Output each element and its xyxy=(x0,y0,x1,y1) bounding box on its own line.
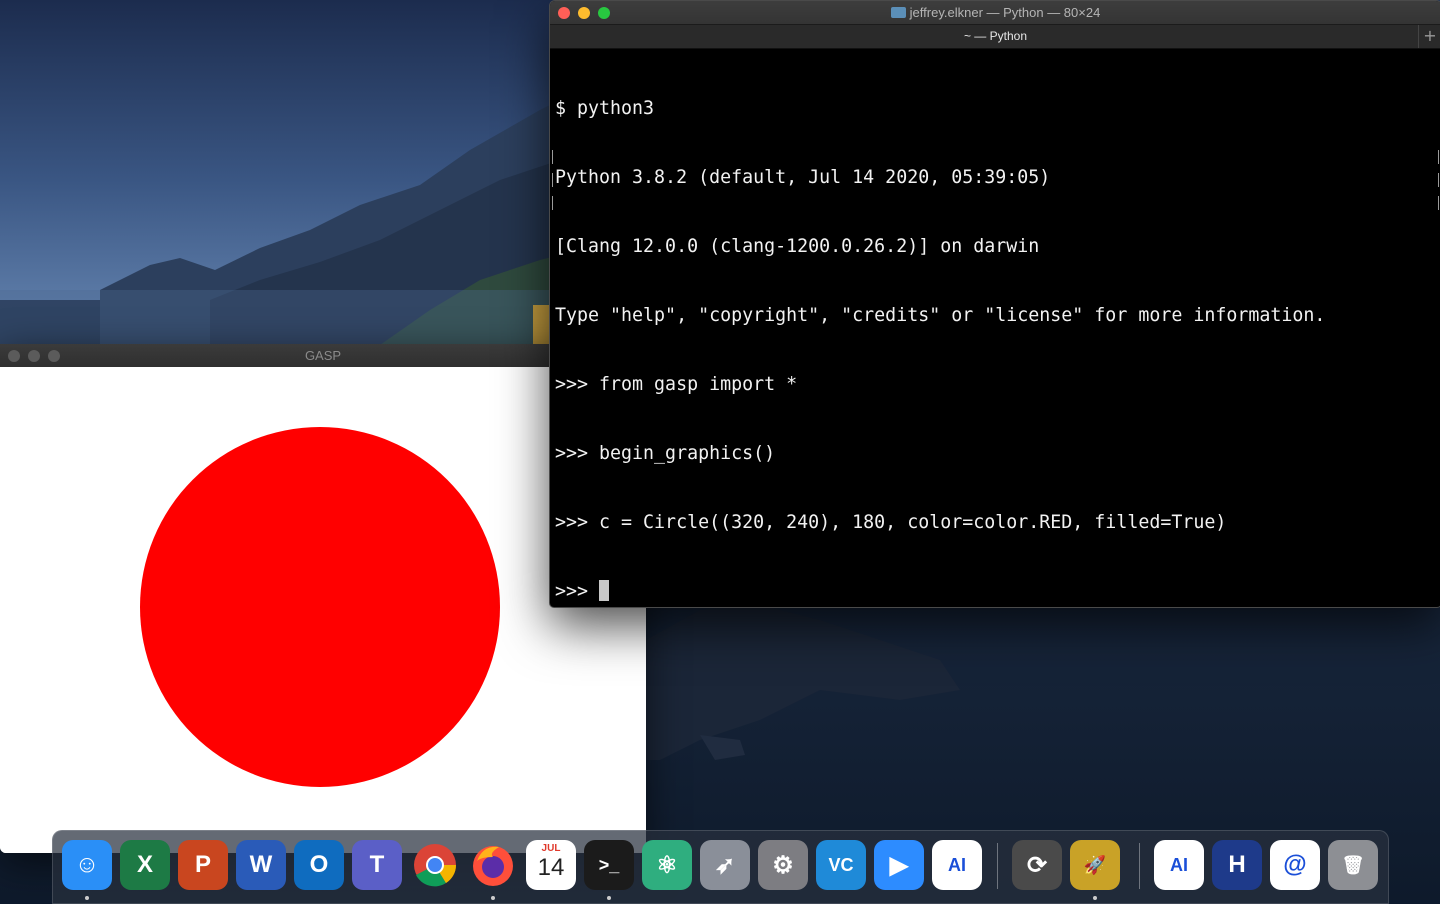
terminal-line: >>> begin_graphics() xyxy=(555,443,776,464)
mark-bracket xyxy=(1436,150,1439,164)
mark-bracket xyxy=(552,196,555,210)
outlook-icon[interactable]: O xyxy=(294,840,344,890)
word-icon[interactable]: W xyxy=(236,840,286,890)
red-circle xyxy=(140,427,500,787)
mark-bracket xyxy=(1436,173,1439,187)
terminal-window-title: jeffrey.elkner — Python — 80×24 xyxy=(550,5,1440,20)
h-app-icon[interactable]: H xyxy=(1212,840,1262,890)
terminal-output[interactable]: $ python3 Python 3.8.2 (default, Jul 14 … xyxy=(552,51,1439,607)
terminal-title-text: jeffrey.elkner — Python — 80×24 xyxy=(909,5,1101,20)
chrome-icon[interactable] xyxy=(410,840,460,890)
calendar-icon[interactable]: JUL 14 xyxy=(526,840,576,890)
dock[interactable]: ☺ X P W O T JUL 14 >_ ⚛ ➶ ⚙ VC ▶ AI ⟳ 🚀 AI H @ 🗑 xyxy=(52,830,1389,904)
terminal-titlebar[interactable]: jeffrey.elkner — Python — 80×24 xyxy=(550,1,1440,24)
android-studio-icon[interactable]: AI xyxy=(932,840,982,890)
trash-icon[interactable]: 🗑 xyxy=(1328,840,1378,890)
tab-python[interactable]: ~ — Python xyxy=(550,29,1440,43)
mark-bracket xyxy=(1436,196,1439,210)
terminal-line: >>> c = Circle((320, 240), 180, color=co… xyxy=(555,512,1227,533)
mark-bracket xyxy=(552,173,555,187)
gear-icon[interactable]: ⚙ xyxy=(758,840,808,890)
firefox-icon[interactable] xyxy=(468,840,518,890)
terminal-prompt-line[interactable]: >>> xyxy=(555,580,1433,603)
zoom-icon[interactable]: ▶ xyxy=(874,840,924,890)
terminal-window[interactable]: jeffrey.elkner — Python — 80×24 ~ — Pyth… xyxy=(549,0,1440,608)
new-tab-plus-icon[interactable]: + xyxy=(1418,25,1440,48)
sync-icon[interactable]: ⟳ xyxy=(1012,840,1062,890)
powerpoint-icon[interactable]: P xyxy=(178,840,228,890)
mark-bracket xyxy=(552,150,555,164)
at-sign-icon[interactable]: @ xyxy=(1270,840,1320,890)
teams-icon[interactable]: T xyxy=(352,840,402,890)
terminal-cursor xyxy=(599,580,610,601)
terminal-prompt: >>> xyxy=(555,581,600,602)
terminal-line: Python 3.8.2 (default, Jul 14 2020, 05:3… xyxy=(555,167,1051,188)
running-indicator xyxy=(85,896,89,900)
finder-icon[interactable]: ☺ xyxy=(62,840,112,890)
running-indicator xyxy=(607,896,611,900)
dock-separator xyxy=(1139,843,1140,889)
terminal-line: [Clang 12.0.0 (clang-1200.0.26.2)] on da… xyxy=(555,236,1040,257)
terminal-icon[interactable]: >_ xyxy=(584,840,634,890)
terminal-tab-bar[interactable]: ~ — Python + xyxy=(550,24,1440,49)
vscode-icon[interactable]: VC xyxy=(816,840,866,890)
excel-icon[interactable]: X xyxy=(120,840,170,890)
folder-icon xyxy=(890,7,906,18)
terminal-line: $ python3 xyxy=(555,98,655,119)
terminal-line: Type "help", "copyright", "credits" or "… xyxy=(555,305,1326,326)
running-indicator xyxy=(491,896,495,900)
android-studio-icon-2[interactable]: AI xyxy=(1154,840,1204,890)
rocket-icon[interactable]: ➶ xyxy=(700,840,750,890)
terminal-line: >>> from gasp import * xyxy=(555,374,798,395)
running-indicator xyxy=(1093,896,1097,900)
dock-separator xyxy=(997,843,998,889)
python-rocket-icon[interactable]: 🚀 xyxy=(1070,840,1120,890)
atom-icon[interactable]: ⚛ xyxy=(642,840,692,890)
